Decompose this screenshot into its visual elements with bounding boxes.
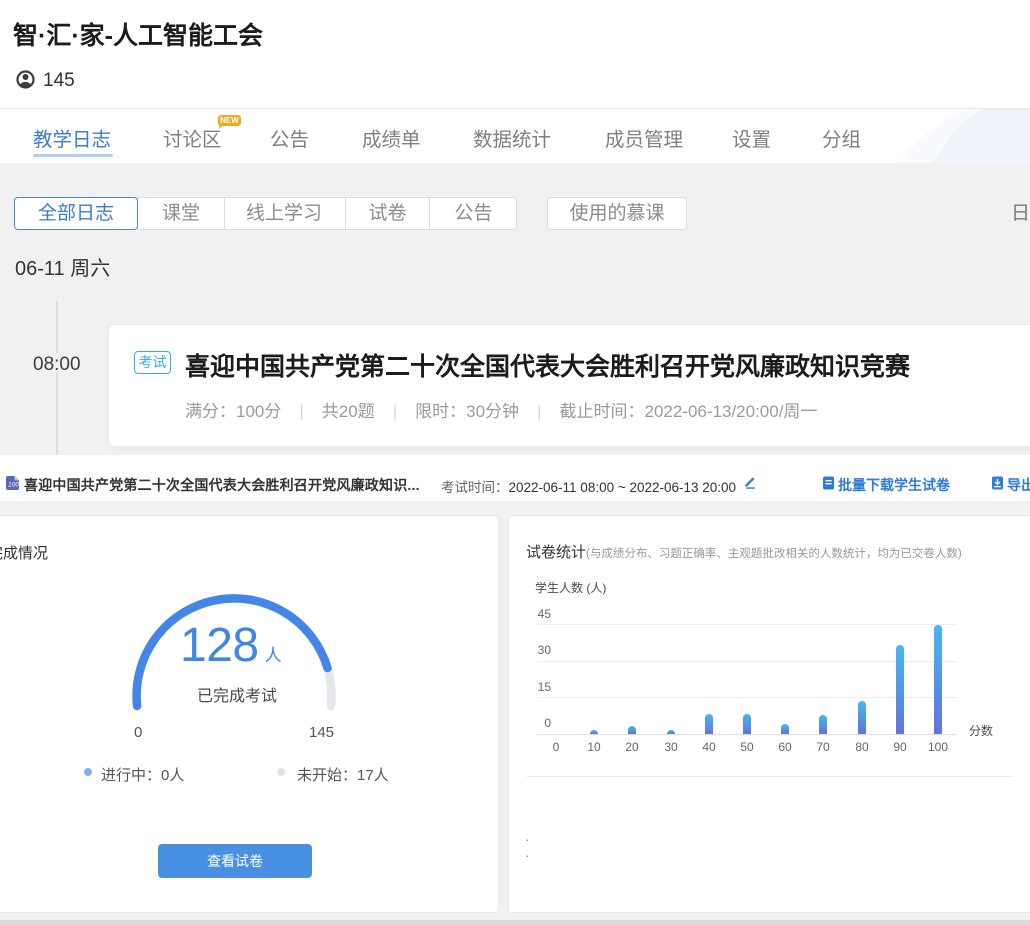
svg-text:100: 100 <box>8 482 19 489</box>
